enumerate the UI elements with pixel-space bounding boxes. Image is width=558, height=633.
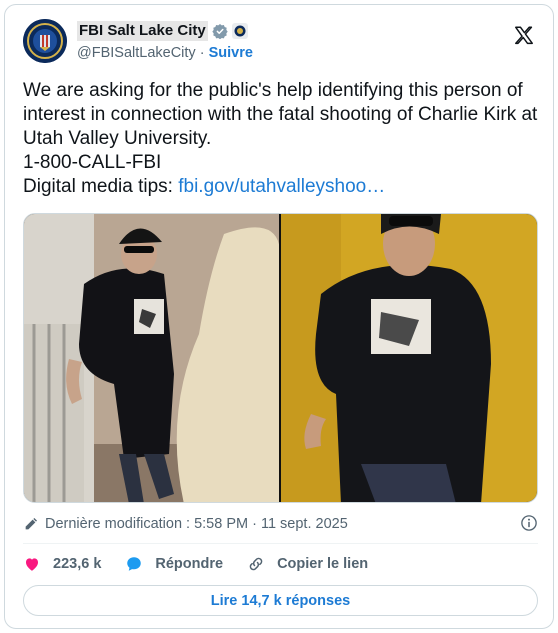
last-modified-text[interactable]: Dernière modification : 5:58 PM · 11 sep… <box>45 516 348 532</box>
media-grid[interactable] <box>23 213 538 503</box>
post-meta: Dernière modification : 5:58 PM · 11 sep… <box>23 514 538 534</box>
copy-link-button[interactable]: Copier le lien <box>247 555 368 573</box>
heart-icon <box>26 558 38 571</box>
fbi-seal-icon <box>23 19 67 63</box>
author-names: FBI Salt Lake City @FBISaltLakeCity · Su… <box>77 21 253 63</box>
post-text: We are asking for the public's help iden… <box>23 79 538 199</box>
handle-separator: · <box>199 45 205 61</box>
post-text-body: We are asking for the public's help iden… <box>23 80 538 149</box>
like-count: 223,6 k <box>53 556 102 572</box>
follow-button[interactable]: Suivre <box>209 45 253 61</box>
verified-icon <box>212 24 228 39</box>
x-logo-icon[interactable] <box>513 25 535 47</box>
read-replies-label: Lire 14,7 k réponses <box>210 592 351 609</box>
avatar[interactable] <box>23 19 67 63</box>
info-icon[interactable] <box>520 514 538 532</box>
pencil-icon <box>25 518 37 530</box>
post-text-tips: Digital media tips: fbi.gov/utahvalleysh… <box>23 175 538 199</box>
reply-label: Répondre <box>155 556 224 572</box>
read-replies-button[interactable]: Lire 14,7 k réponses <box>23 585 538 616</box>
tips-label: Digital media tips: <box>23 176 179 197</box>
reply-button[interactable]: Répondre <box>125 555 223 573</box>
affiliate-badge-icon[interactable] <box>231 23 248 39</box>
copy-link-label: Copier le lien <box>277 556 369 572</box>
post-text-phone: 1-800-CALL-FBI <box>23 152 162 173</box>
like-button[interactable]: 223,6 k <box>23 555 101 573</box>
display-name[interactable]: FBI Salt Lake City <box>77 21 208 41</box>
action-bar: 223,6 k Répondre Copier le lien <box>23 553 392 575</box>
divider <box>23 543 538 544</box>
link-icon <box>249 557 263 571</box>
reply-icon <box>127 557 142 571</box>
tips-link[interactable]: fbi.gov/utahvalleyshoo… <box>178 176 385 197</box>
post-card: FBI Salt Lake City @FBISaltLakeCity · Su… <box>4 4 554 629</box>
handle-row: @FBISaltLakeCity · Suivre <box>77 43 253 63</box>
surveillance-photo-left[interactable] <box>24 214 279 502</box>
post-header: FBI Salt Lake City @FBISaltLakeCity · Su… <box>23 19 535 67</box>
handle[interactable]: @FBISaltLakeCity <box>77 45 196 61</box>
surveillance-photo-right[interactable] <box>281 214 537 502</box>
